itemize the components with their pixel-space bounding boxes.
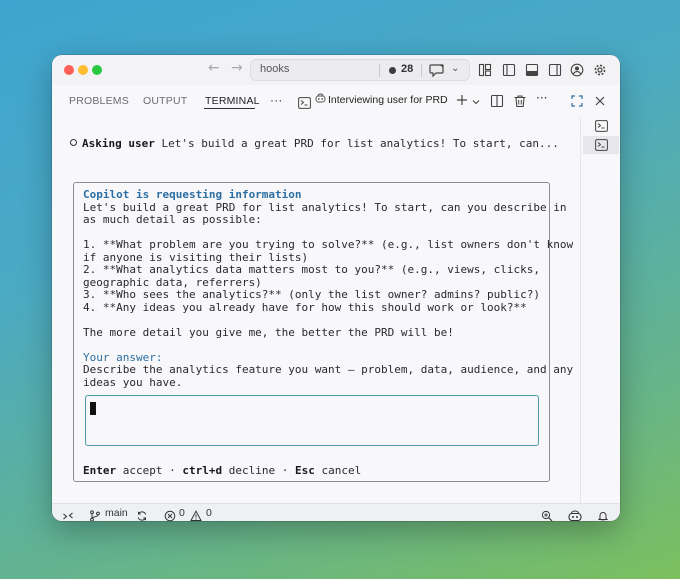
terminal-content[interactable]: Asking user Let's build a great PRD for … <box>52 117 580 503</box>
forward-arrow-icon[interactable]: → <box>231 60 243 76</box>
panel-more-button[interactable]: ··· <box>270 93 283 107</box>
title-bar: ← → hooks 28 ⌄ <box>52 55 620 85</box>
enter-key-hint: Enter <box>83 464 117 477</box>
enter-action: accept <box>122 464 163 477</box>
chevron-down-icon[interactable]: ⌄ <box>451 63 459 74</box>
tab-problems[interactable]: PROBLEMS <box>69 95 129 107</box>
more-actions-icon[interactable]: ··· <box>536 91 547 105</box>
warning-count[interactable]: 0 <box>206 507 212 519</box>
esc-action: cancel <box>321 464 362 477</box>
error-icon[interactable] <box>164 507 176 521</box>
esc-key-hint: Esc <box>294 464 315 477</box>
key-hints: Enter accept · ctrl+d decline · Esc canc… <box>83 464 361 477</box>
command-center-search[interactable]: hooks 28 ⌄ <box>250 59 470 81</box>
warning-icon[interactable] <box>190 507 202 521</box>
terminal-list <box>580 117 620 503</box>
back-arrow-icon[interactable]: ← <box>208 60 220 76</box>
tab-output[interactable]: OUTPUT <box>143 95 187 107</box>
hint-separator: · <box>281 464 289 477</box>
terminal-title-text: Interviewing user for PRD <box>328 94 448 106</box>
sync-icon[interactable] <box>136 507 148 521</box>
asking-label: Asking user <box>82 137 155 150</box>
search-divider <box>379 64 380 77</box>
answer-help-line: ideas you have. <box>83 375 183 389</box>
trash-icon[interactable] <box>513 93 527 112</box>
search-divider-2 <box>421 64 422 77</box>
maximize-panel-icon[interactable] <box>570 93 584 112</box>
close-panel-icon[interactable] <box>593 93 607 112</box>
close-window-button[interactable] <box>64 65 74 75</box>
plus-icon[interactable] <box>455 92 469 111</box>
request-line: as much detail as possible: <box>83 213 262 226</box>
error-count[interactable]: 0 <box>179 507 185 519</box>
terminal-icon <box>595 120 608 132</box>
terminal-list-item[interactable] <box>583 117 619 135</box>
layout-custom-icon[interactable] <box>478 62 492 81</box>
decline-key-hint: ctrl+d <box>182 464 223 477</box>
chevron-down-icon[interactable] <box>471 93 481 112</box>
decline-action: decline <box>228 464 276 477</box>
request-title: Copilot is requesting information <box>83 188 302 201</box>
maximize-window-button[interactable] <box>92 65 102 75</box>
active-tab-indicator <box>204 108 255 109</box>
copilot-icon <box>315 93 326 107</box>
account-icon[interactable] <box>570 62 584 81</box>
terminal-icon <box>595 139 608 151</box>
editor-window: ← → hooks 28 ⌄ PROBLEMS OUTPUT TERMINAL … <box>52 55 620 521</box>
chat-icon[interactable] <box>428 62 446 82</box>
toggle-panel-icon[interactable] <box>525 62 539 81</box>
request-line: 1. **What problem are you trying to solv… <box>83 238 574 251</box>
answer-input[interactable] <box>85 395 539 446</box>
gear-icon[interactable] <box>593 62 607 81</box>
branch-name[interactable]: main <box>105 507 128 519</box>
toggle-sidebar-icon[interactable] <box>502 62 516 81</box>
hint-separator: · <box>169 464 176 477</box>
changes-count: 28 <box>401 63 414 75</box>
split-terminal-icon[interactable] <box>490 93 504 112</box>
terminal-icon <box>298 94 311 113</box>
minimize-window-button[interactable] <box>78 65 88 75</box>
request-line: 3. **Who sees the analytics?** (only the… <box>83 288 540 301</box>
pending-circle-icon <box>70 139 77 146</box>
text-cursor <box>90 402 96 415</box>
request-info-box: Copilot is requesting information Let's … <box>73 182 573 482</box>
asking-text: Let's build a great PRD for list analyti… <box>161 137 559 150</box>
status-bar: main 0 0 <box>52 503 620 521</box>
asking-user-line: Asking user Let's build a great PRD for … <box>70 137 559 150</box>
copilot-icon[interactable] <box>568 507 582 521</box>
toggle-secondary-sidebar-icon[interactable] <box>548 62 562 81</box>
search-text: hooks <box>260 63 290 75</box>
zoom-icon[interactable] <box>541 507 553 521</box>
git-branch-icon[interactable] <box>89 507 101 521</box>
terminal-list-item-active[interactable] <box>583 136 619 154</box>
bell-icon[interactable] <box>597 507 609 521</box>
remote-icon[interactable] <box>62 507 74 521</box>
changes-dot-icon <box>389 67 396 74</box>
answer-help-line: Describe the analytics feature you want … <box>83 363 574 376</box>
request-line: 2. **What analytics data matters most to… <box>83 263 540 276</box>
tab-terminal[interactable]: TERMINAL <box>205 95 260 107</box>
request-line: The more detail you give me, the better … <box>83 325 454 339</box>
request-line: 4. **Any ideas you already have for how … <box>83 300 527 314</box>
